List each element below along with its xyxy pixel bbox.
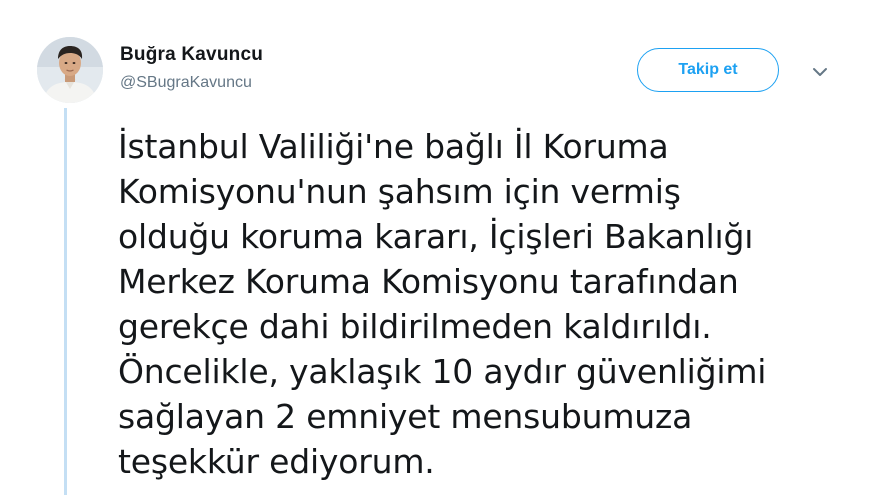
tweet-text-line: gerekçe dahi bildirilmeden kaldırıldı.: [118, 307, 712, 346]
tweet-text-line: sağlayan 2 emniyet mensubumuza: [118, 397, 693, 436]
thread-line: [64, 108, 67, 495]
chevron-down-icon: [813, 68, 827, 76]
tweet-text-line: teşekkür ediyorum.: [118, 442, 435, 481]
tweet-text: İstanbul Valiliği'ne bağlı İl Koruma Kom…: [118, 124, 838, 484]
author-block[interactable]: Buğra Kavuncu @SBugraKavuncu: [120, 44, 263, 92]
tweet-text-line: Öncelikle, yaklaşık 10 aydır güvenliğimi: [118, 352, 767, 391]
profile-photo-icon: [37, 37, 103, 103]
display-name[interactable]: Buğra Kavuncu: [120, 44, 263, 66]
user-handle[interactable]: @SBugraKavuncu: [120, 74, 263, 92]
follow-button[interactable]: Takip et: [637, 48, 779, 92]
tweet-text-line: Komisyonu'nun şahsım için vermiş: [118, 172, 681, 211]
tweet-text-line: olduğu koruma kararı, İçişleri Bakanlığı: [118, 217, 754, 256]
tweet-card: Buğra Kavuncu @SBugraKavuncu Takip et İs…: [0, 0, 880, 495]
tweet-text-line: İstanbul Valiliği'ne bağlı İl Koruma: [118, 127, 669, 166]
tweet-menu-button[interactable]: [808, 62, 832, 82]
avatar[interactable]: [37, 37, 103, 103]
tweet-text-line: Merkez Koruma Komisyonu tarafından: [118, 262, 739, 301]
